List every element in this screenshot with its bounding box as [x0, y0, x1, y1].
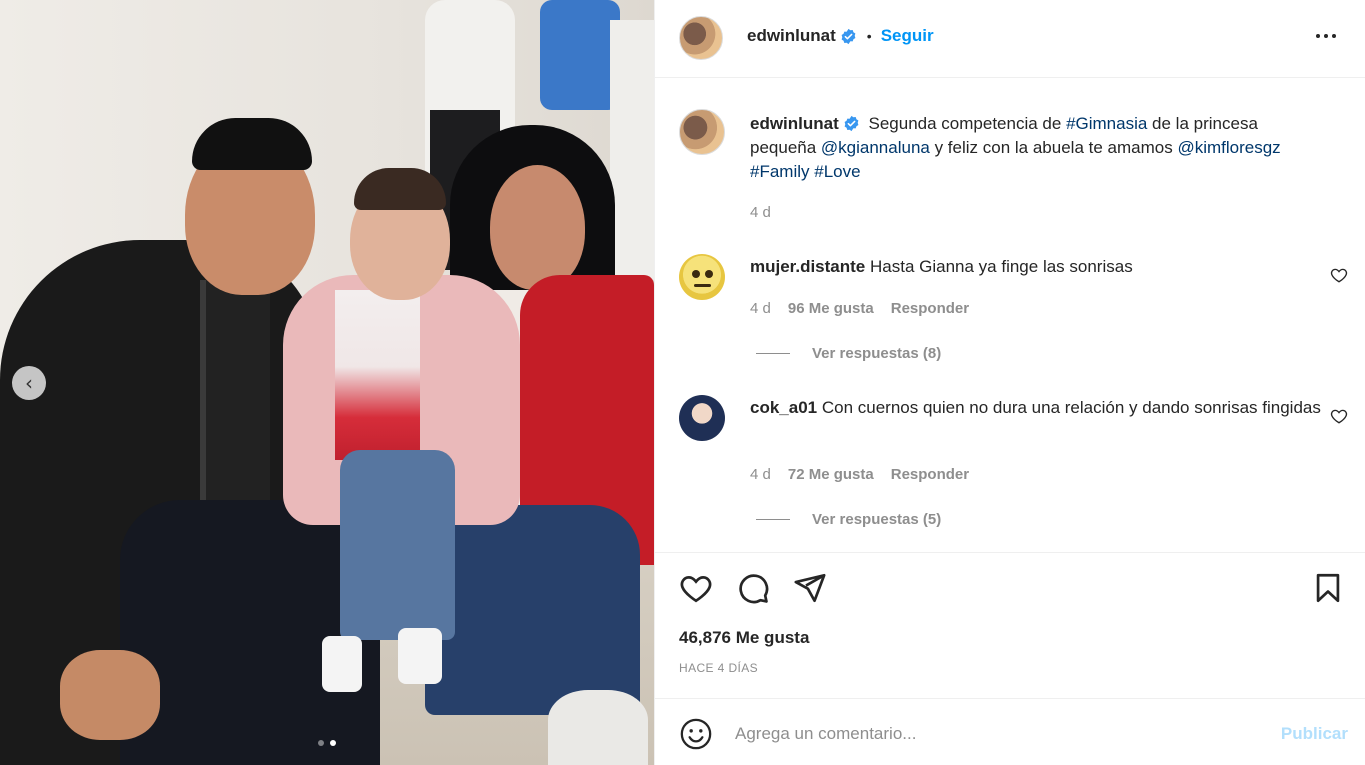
owner-avatar[interactable] — [679, 16, 723, 60]
carousel-dot-active — [330, 740, 336, 746]
girl-shoe-left — [322, 636, 362, 692]
man-hair — [192, 118, 312, 170]
comment-username[interactable]: cok_a01 — [750, 398, 817, 417]
caption-age[interactable]: 4 d — [750, 204, 771, 221]
comment-text: mujer.distante Hasta Gianna ya finge las… — [750, 255, 1326, 279]
carousel-dot — [318, 740, 324, 746]
background-person-3 — [610, 20, 654, 280]
girl-top — [335, 290, 420, 460]
hashtag-link[interactable]: #Love — [814, 162, 860, 181]
comments-list: edwinlunat Segunda competencia de #Gimna… — [655, 79, 1365, 551]
publish-button[interactable]: Publicar — [1281, 724, 1348, 744]
chevron-left-icon: ‹ — [25, 371, 33, 395]
owner-info: edwinlunat • Seguir — [747, 26, 934, 46]
comment-likes[interactable]: 72 Me gusta — [788, 466, 874, 483]
commenter-avatar[interactable] — [679, 254, 725, 300]
post-header: edwinlunat • Seguir — [655, 0, 1365, 78]
carousel-dots — [318, 740, 336, 746]
girl-shoe-right — [398, 628, 442, 684]
share-send-icon[interactable] — [793, 571, 827, 605]
more-horizontal-icon — [1316, 34, 1336, 38]
follow-button[interactable]: Seguir — [881, 26, 934, 46]
emoji-smiley-icon[interactable] — [679, 717, 713, 751]
comment-likes[interactable]: 96 Me gusta — [788, 300, 874, 317]
comment-like-heart-icon[interactable] — [1330, 266, 1348, 284]
more-options-button[interactable] — [1314, 24, 1338, 54]
post-actions: 46,876 Me gusta HACE 4 DÍAS — [655, 552, 1365, 698]
hashtag-link[interactable]: #Family — [750, 162, 810, 181]
comment-age[interactable]: 4 d — [750, 466, 771, 483]
replies-divider — [756, 353, 790, 354]
view-replies-button[interactable]: Ver respuestas (5) — [756, 511, 941, 528]
woman-face — [490, 165, 585, 290]
caption-avatar[interactable] — [679, 109, 725, 155]
woman-jeans — [425, 505, 640, 715]
owner-username[interactable]: edwinlunat — [747, 26, 836, 46]
woman-shoe — [548, 690, 648, 765]
girl-jeans — [340, 450, 455, 640]
caption-username[interactable]: edwinlunat — [750, 114, 839, 133]
like-heart-icon[interactable] — [679, 571, 713, 605]
comment-meta: 4 d 96 Me gusta Responder — [750, 300, 969, 317]
verified-badge-icon — [841, 28, 856, 44]
man-hand — [60, 650, 160, 740]
girl-hair — [354, 168, 446, 210]
man-shirt — [200, 280, 270, 510]
comment-body: Con cuernos quien no dura una relación y… — [821, 398, 1321, 417]
post-side-panel: edwinlunat • Seguir edwinlunat Segunda c… — [654, 0, 1365, 765]
mention-link[interactable]: @kgiannaluna — [821, 138, 930, 157]
comment-meta: 4 d 72 Me gusta Responder — [750, 466, 969, 483]
hashtag-link[interactable]: #Gimnasia — [1066, 114, 1147, 133]
view-replies-label: Ver respuestas (8) — [812, 345, 942, 362]
post-date[interactable]: HACE 4 DÍAS — [679, 661, 758, 675]
comment-age[interactable]: 4 d — [750, 300, 771, 317]
comment-username[interactable]: mujer.distante — [750, 257, 865, 276]
caption-text: edwinlunat Segunda competencia de #Gimna… — [750, 112, 1326, 184]
bookmark-icon[interactable] — [1311, 571, 1345, 605]
reply-button[interactable]: Responder — [891, 466, 969, 483]
caption-segment: y feliz con la abuela te amamos — [929, 138, 1178, 157]
header-separator: • — [866, 28, 872, 44]
comment-input[interactable] — [735, 717, 1255, 751]
caption-meta: 4 d — [750, 204, 771, 221]
reply-button[interactable]: Responder — [891, 300, 969, 317]
comment-like-heart-icon[interactable] — [1330, 407, 1348, 425]
replies-divider — [756, 519, 790, 520]
add-comment-bar: Publicar — [655, 698, 1365, 765]
carousel-prev-button[interactable]: ‹ — [12, 366, 46, 400]
commenter-avatar[interactable] — [679, 395, 725, 441]
comment-body: Hasta Gianna ya finge las sonrisas — [870, 257, 1133, 276]
view-replies-label: Ver respuestas (5) — [812, 511, 942, 528]
likes-count[interactable]: 46,876 Me gusta — [679, 628, 809, 648]
mention-link[interactable]: @kimfloresgz — [1177, 138, 1280, 157]
post-photo[interactable]: ‹ — [0, 0, 654, 765]
verified-badge-icon — [844, 115, 859, 132]
comment-bubble-icon[interactable] — [736, 571, 770, 605]
background-person-2 — [540, 0, 620, 110]
comment-text: cok_a01 Con cuernos quien no dura una re… — [750, 396, 1326, 420]
view-replies-button[interactable]: Ver respuestas (8) — [756, 345, 941, 362]
caption-segment: Segunda competencia de — [868, 114, 1067, 133]
